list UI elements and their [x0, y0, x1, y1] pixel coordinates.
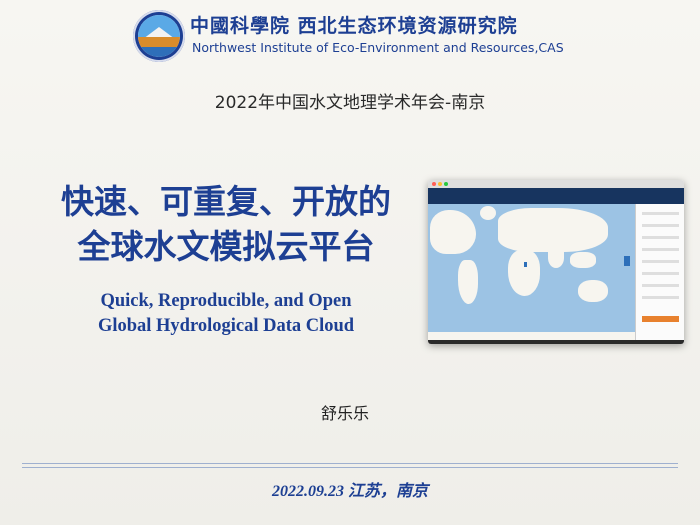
title-en-line-1: Quick, Reproducible, and Open — [100, 291, 352, 311]
author-name: 舒乐乐 — [320, 404, 369, 423]
institute-name-en: Northwest Institute of Eco-Environment a… — [192, 40, 564, 55]
divider-line — [22, 467, 678, 468]
divider-line — [22, 463, 678, 464]
title-en-line-2: Global Hydrological Data Cloud — [97, 316, 355, 336]
cas-logo-icon — [133, 10, 185, 62]
slide: 中國科學院 西北生态环境资源研究院 Northwest Institute of… — [0, 0, 700, 525]
title-cn-line-1: 快速、可重复、开放的 — [61, 182, 391, 221]
title-cn-line-2: 全球水文模拟云平台 — [77, 227, 375, 266]
institute-name-cn: 中國科學院 西北生态环境资源研究院 — [190, 15, 518, 37]
world-map-thumbnail — [428, 204, 635, 340]
date-location: 2022.09.23 江苏，南京 — [271, 483, 428, 500]
platform-screenshot — [428, 180, 684, 344]
control-panel-thumbnail — [635, 204, 684, 340]
conference-title: 2022年中国水文地理学术年会-南京 — [214, 93, 486, 113]
